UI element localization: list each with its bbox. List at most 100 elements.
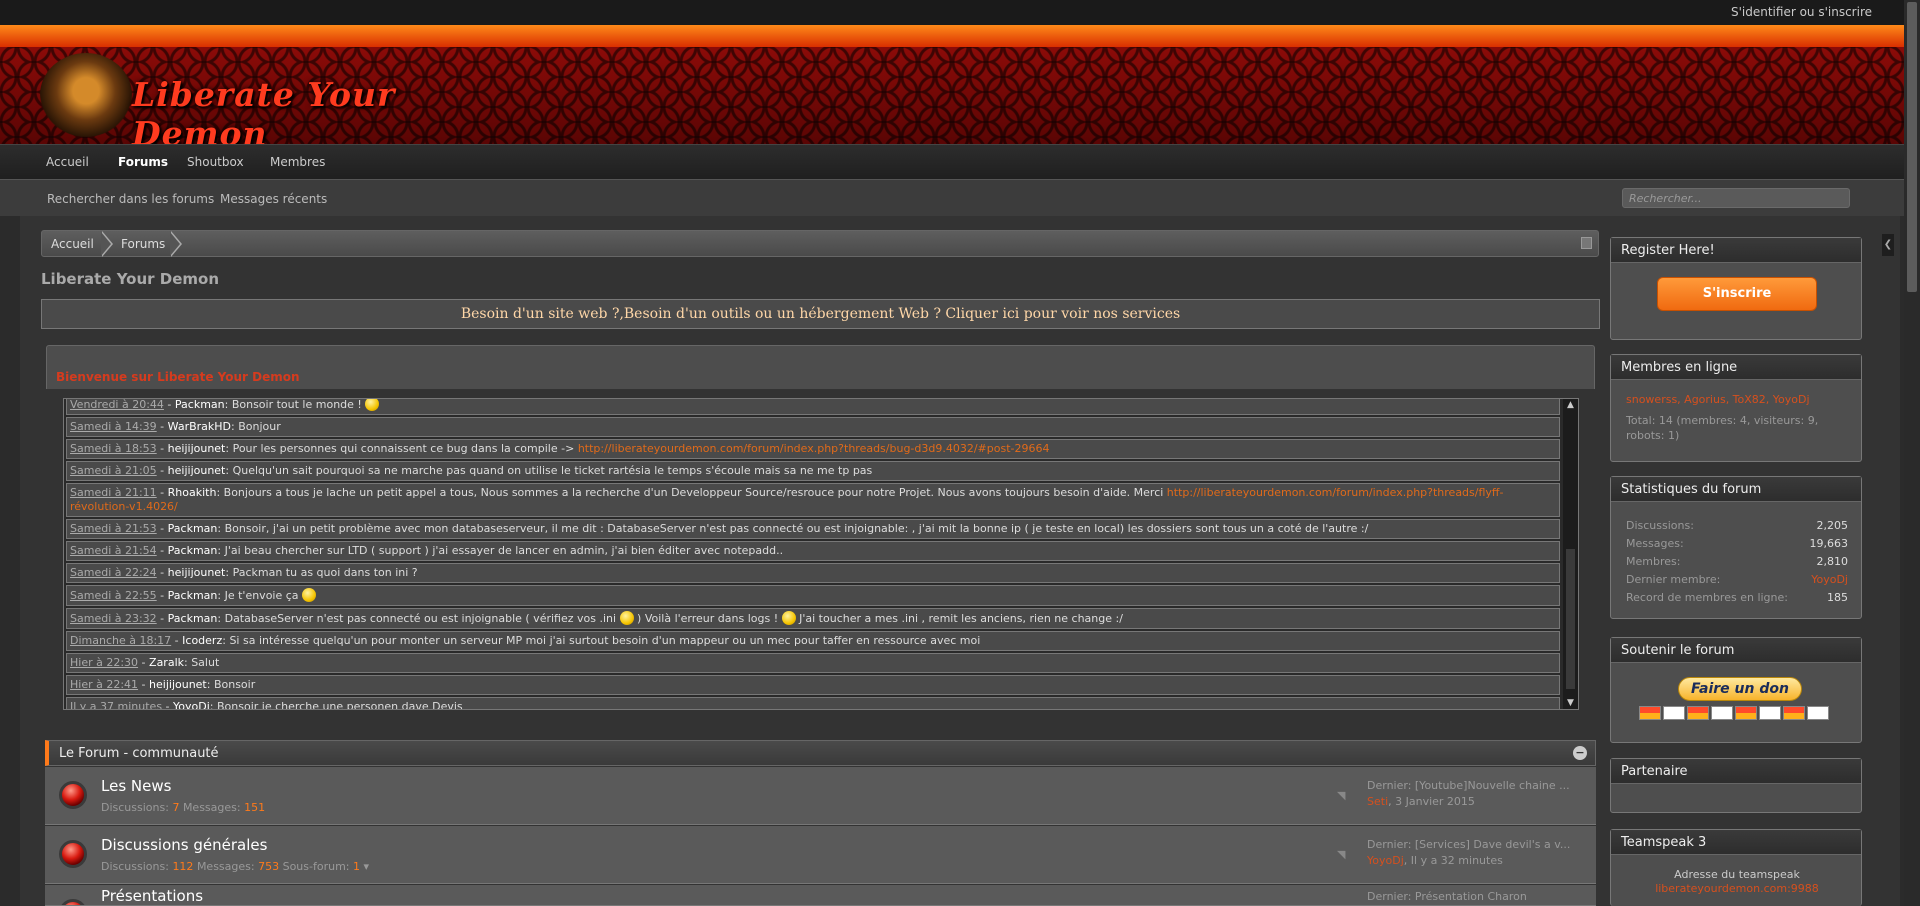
partner-panel: Partenaire bbox=[1610, 758, 1862, 813]
sub-nav: Rechercher dans les forums Messages réce… bbox=[0, 179, 1920, 216]
shout-user[interactable]: Packman bbox=[175, 399, 225, 411]
stat-label: Discussions: bbox=[1626, 519, 1694, 532]
stat-value: 2,205 bbox=[1816, 519, 1849, 532]
scroll-up-icon[interactable]: ▲ bbox=[1565, 400, 1576, 410]
forum-title[interactable]: Présentations bbox=[101, 887, 203, 905]
shout-time[interactable]: Samedi à 22:55 bbox=[70, 589, 157, 602]
window-scrollbar[interactable] bbox=[1904, 0, 1920, 906]
scrollbar-thumb[interactable] bbox=[1907, 2, 1917, 292]
shout-time[interactable]: Samedi à 21:05 bbox=[70, 464, 157, 477]
shout-time[interactable]: Samedi à 18:53 bbox=[70, 442, 157, 455]
shout-user[interactable]: Packman bbox=[168, 589, 218, 602]
sidebar-toggle-icon[interactable]: ❮ bbox=[1882, 234, 1894, 256]
shout-time[interactable]: Samedi à 23:32 bbox=[70, 612, 157, 625]
shout-time[interactable]: Vendredi à 20:44 bbox=[70, 399, 164, 411]
donate-panel: Soutenir le forum Faire un don bbox=[1610, 637, 1862, 743]
shout-user[interactable]: Rhoakith bbox=[168, 486, 217, 499]
forum-title[interactable]: Discussions générales bbox=[101, 836, 267, 854]
shout-user[interactable]: heijijounet bbox=[168, 566, 226, 579]
shout-time[interactable]: Samedi à 21:54 bbox=[70, 544, 157, 557]
subforum-dropdown-icon[interactable]: ▾ bbox=[364, 860, 370, 873]
stat-value[interactable]: 1 bbox=[353, 860, 360, 873]
shout-user[interactable]: Packman bbox=[168, 544, 218, 557]
stat-row: Discussions: 2,205 bbox=[1626, 519, 1848, 532]
donate-button[interactable]: Faire un don bbox=[1678, 677, 1802, 701]
shout-user[interactable]: Zaralk bbox=[149, 656, 184, 669]
shout-user[interactable]: Packman bbox=[168, 612, 218, 625]
shout-time[interactable]: Hier à 22:30 bbox=[70, 656, 138, 669]
shout-time[interactable]: Samedi à 14:39 bbox=[70, 420, 157, 433]
shoutbox-scroll-thumb[interactable] bbox=[1566, 549, 1575, 689]
shout-user[interactable]: YoyoDj bbox=[173, 700, 210, 709]
last-post-date: Il y a 32 minutes bbox=[1410, 854, 1503, 867]
stat-row: Record de membres en ligne: 185 bbox=[1626, 591, 1848, 604]
search-forums-link[interactable]: Rechercher dans les forums bbox=[47, 192, 214, 206]
forum-status-icon bbox=[59, 781, 87, 809]
login-link[interactable]: S'identifier ou s'inscrire bbox=[1731, 5, 1872, 19]
stat-label: Discussions: bbox=[101, 860, 169, 873]
tab-membres[interactable]: Membres bbox=[270, 155, 325, 169]
last-post-link[interactable]: Dernier: Présentation Charon bbox=[1367, 890, 1581, 903]
site-logo[interactable]: Liberate Your Demon bbox=[40, 53, 440, 153]
register-button[interactable]: S'inscrire bbox=[1657, 277, 1817, 311]
last-post-user[interactable]: Seti bbox=[1367, 795, 1388, 808]
shout-user[interactable]: Packman bbox=[168, 522, 218, 535]
shout-text: J'ai beau chercher sur LTD ( support ) j… bbox=[224, 544, 784, 557]
shout-time[interactable]: Samedi à 21:11 bbox=[70, 486, 157, 499]
rss-icon[interactable]: ◥ bbox=[1337, 789, 1350, 802]
stat-label: Messages: bbox=[182, 801, 241, 814]
shout-time[interactable]: Samedi à 21:53 bbox=[70, 522, 157, 535]
breadcrumb: Accueil Forums bbox=[41, 230, 1599, 257]
rss-icon[interactable]: ◥ bbox=[1337, 848, 1350, 861]
category-header: Le Forum - communauté − bbox=[45, 740, 1596, 766]
last-post-link[interactable]: Dernier: [Youtube]Nouvelle chaine ... bbox=[1367, 779, 1581, 792]
shout-text: Je t'envoie ça bbox=[224, 589, 299, 602]
tab-accueil[interactable]: Accueil bbox=[46, 155, 89, 169]
shout-time[interactable]: Samedi à 22:24 bbox=[70, 566, 157, 579]
shout-link[interactable]: http://liberateyourdemon.com/forum/index… bbox=[578, 442, 1050, 455]
accent-stripe bbox=[0, 25, 1920, 47]
newest-member-link[interactable]: YoyoDj bbox=[1811, 573, 1848, 586]
breadcrumb-accueil[interactable]: Accueil bbox=[51, 237, 94, 251]
teamspeak-address-link[interactable]: liberateyourdemon.com:9988 bbox=[1611, 882, 1863, 895]
shout-user[interactable]: Icoderz bbox=[182, 634, 222, 647]
shout-user[interactable]: WarBrakHD bbox=[168, 420, 231, 433]
teamspeak-panel: Teamspeak 3 Adresse du teamspeak liberat… bbox=[1610, 829, 1862, 906]
stat-row: Messages: 19,663 bbox=[1626, 537, 1848, 550]
stat-label: Discussions: bbox=[101, 801, 169, 814]
shout-message: Vendredi à 20:44 - Packman: Bonsoir tout… bbox=[66, 399, 1560, 415]
tab-shoutbox[interactable]: Shoutbox bbox=[187, 155, 244, 169]
shoutbox-scrollbar[interactable]: ▲ ▼ bbox=[1563, 399, 1578, 709]
search-input[interactable]: Rechercher... bbox=[1622, 188, 1850, 208]
shout-text: Pour les personnes qui connaissent ce bu… bbox=[232, 442, 575, 455]
jump-menu-icon[interactable] bbox=[1581, 237, 1592, 249]
teamspeak-label: Adresse du teamspeak bbox=[1674, 868, 1800, 881]
panel-title: Register Here! bbox=[1611, 238, 1861, 263]
stat-value: 151 bbox=[244, 801, 266, 814]
shout-message: Samedi à 21:05 - heijijounet: Quelqu'un … bbox=[66, 461, 1560, 481]
last-post-link[interactable]: Dernier: [Services] Dave devil's a v... bbox=[1367, 838, 1581, 851]
shout-time[interactable]: Hier à 22:41 bbox=[70, 678, 138, 691]
breadcrumb-separator bbox=[170, 231, 185, 257]
tab-forums[interactable]: Forums bbox=[118, 155, 168, 169]
forum-row: Présentations Dernier: Présentation Char… bbox=[45, 885, 1596, 906]
shout-user[interactable]: heijijounet bbox=[168, 464, 226, 477]
shout-time[interactable]: Dimanche à 18:17 bbox=[70, 634, 171, 647]
forum-status-icon bbox=[59, 840, 87, 868]
shout-text: Packman tu as quoi dans ton ini ? bbox=[232, 566, 418, 579]
page-title: Liberate Your Demon bbox=[41, 270, 220, 288]
breadcrumb-forums[interactable]: Forums bbox=[121, 237, 165, 251]
panel-title: Partenaire bbox=[1611, 759, 1861, 784]
scroll-down-icon[interactable]: ▼ bbox=[1565, 698, 1576, 708]
forum-title[interactable]: Les News bbox=[101, 777, 171, 795]
category-title[interactable]: Le Forum - communauté bbox=[59, 746, 219, 761]
last-post-user[interactable]: YoyoDj bbox=[1367, 854, 1404, 867]
recent-posts-link[interactable]: Messages récents bbox=[220, 192, 327, 206]
shout-user[interactable]: heijijounet bbox=[168, 442, 226, 455]
collapse-icon[interactable]: − bbox=[1573, 746, 1587, 760]
shout-user[interactable]: heijijounet bbox=[149, 678, 207, 691]
shout-text: ) Voilà l'erreur dans logs ! bbox=[633, 612, 782, 625]
services-notice[interactable]: Besoin d'un site web ?,Besoin d'un outil… bbox=[41, 299, 1600, 329]
online-member-names[interactable]: snowerss, Agorius, ToX82, YoyoDj bbox=[1626, 393, 1810, 406]
shout-time[interactable]: Il y a 37 minutes bbox=[70, 700, 162, 709]
